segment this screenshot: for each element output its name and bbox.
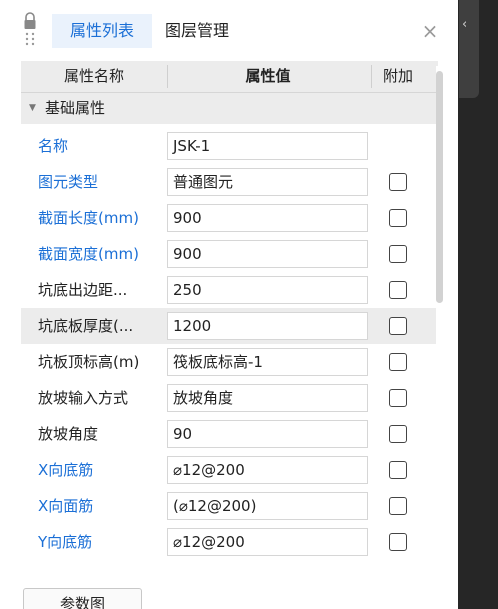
- property-value-input[interactable]: 1200: [167, 312, 368, 340]
- property-row-y-bottom-rebar: Y向底筋 ⌀12@200: [21, 524, 438, 560]
- property-row-pit-slab-thickness: 坑底板厚度(... 1200: [21, 308, 438, 344]
- property-value-input[interactable]: ⌀12@200: [167, 528, 368, 556]
- property-value-input[interactable]: 筏板底标高-1: [167, 348, 368, 376]
- property-row-x-top-rebar: X向面筋 (⌀12@200): [21, 488, 438, 524]
- extra-checkbox[interactable]: [389, 533, 407, 551]
- column-header-extra: 附加: [382, 67, 413, 85]
- extra-checkbox[interactable]: [389, 317, 407, 335]
- property-value-input[interactable]: ⌀12@200: [167, 456, 368, 484]
- property-row-slope-input-mode: 放坡输入方式 放坡角度: [21, 380, 438, 416]
- property-value-input[interactable]: JSK-1: [167, 132, 368, 160]
- property-name: 坑底出边距...: [38, 281, 128, 299]
- lock-icon[interactable]: [22, 12, 38, 46]
- property-name: 坑板顶标高(m): [38, 353, 140, 371]
- property-panel: 属性列表 图层管理 × 属性名称 属性值 附加 ▼ 基础属性 名称 JSK-1 …: [0, 0, 458, 609]
- tab-property-list[interactable]: 属性列表: [52, 14, 152, 48]
- extra-checkbox[interactable]: [389, 497, 407, 515]
- extra-checkbox[interactable]: [389, 281, 407, 299]
- extra-checkbox[interactable]: [389, 389, 407, 407]
- property-name: 截面宽度(mm): [38, 245, 139, 263]
- tab-bar: 属性列表 图层管理 ×: [0, 0, 458, 61]
- property-row-pit-edge-distance: 坑底出边距... 250: [21, 272, 438, 308]
- property-name: X向面筋: [38, 497, 94, 515]
- close-icon[interactable]: ×: [420, 20, 440, 42]
- property-name: 放坡角度: [38, 425, 99, 443]
- property-row-x-bottom-rebar: X向底筋 ⌀12@200: [21, 452, 438, 488]
- property-row-section-length: 截面长度(mm) 900: [21, 200, 438, 236]
- group-basic-properties[interactable]: ▼ 基础属性: [21, 93, 438, 124]
- property-grid: 属性名称 属性值 附加 ▼ 基础属性 名称 JSK-1 图元类型 普通图元 截面…: [21, 61, 438, 575]
- extra-checkbox[interactable]: [389, 209, 407, 227]
- scrollbar-thumb[interactable]: [436, 71, 443, 303]
- extra-checkbox[interactable]: [389, 425, 407, 443]
- grid-header: 属性名称 属性值 附加: [21, 61, 438, 93]
- property-row-name: 名称 JSK-1: [21, 128, 438, 164]
- extra-checkbox[interactable]: [389, 353, 407, 371]
- property-name: 图元类型: [38, 173, 99, 191]
- collapse-tab[interactable]: [459, 0, 479, 98]
- extra-checkbox[interactable]: [389, 245, 407, 263]
- property-value-input[interactable]: 90: [167, 420, 368, 448]
- column-header-value: 属性值: [245, 67, 291, 85]
- property-row-slope-angle: 放坡角度 90: [21, 416, 438, 452]
- property-row-section-width: 截面宽度(mm) 900: [21, 236, 438, 272]
- parameter-diagram-button[interactable]: 参数图: [23, 588, 142, 609]
- chevron-left-icon[interactable]: ‹: [462, 18, 467, 32]
- property-value-input[interactable]: 普通图元: [167, 168, 368, 196]
- property-row-element-type: 图元类型 普通图元: [21, 164, 438, 200]
- column-header-name: 属性名称: [63, 67, 124, 85]
- property-name: 截面长度(mm): [38, 209, 139, 227]
- property-name: 放坡输入方式: [38, 389, 129, 407]
- property-name: 名称: [38, 137, 69, 155]
- extra-checkbox[interactable]: [389, 173, 407, 191]
- property-value-input[interactable]: 900: [167, 204, 368, 232]
- property-value-input[interactable]: (⌀12@200): [167, 492, 368, 520]
- tab-layer-management[interactable]: 图层管理: [165, 14, 255, 48]
- property-value-input[interactable]: 900: [167, 240, 368, 268]
- property-name: X向底筋: [38, 461, 94, 479]
- property-value-input[interactable]: 250: [167, 276, 368, 304]
- group-label: 基础属性: [45, 99, 106, 117]
- property-name: 坑底板厚度(...: [38, 317, 134, 335]
- property-name: Y向底筋: [38, 533, 93, 551]
- property-row-slab-top-elevation: 坑板顶标高(m) 筏板底标高-1: [21, 344, 438, 380]
- triangle-down-icon[interactable]: ▼: [29, 93, 36, 124]
- property-value-input[interactable]: 放坡角度: [167, 384, 368, 412]
- extra-checkbox[interactable]: [389, 461, 407, 479]
